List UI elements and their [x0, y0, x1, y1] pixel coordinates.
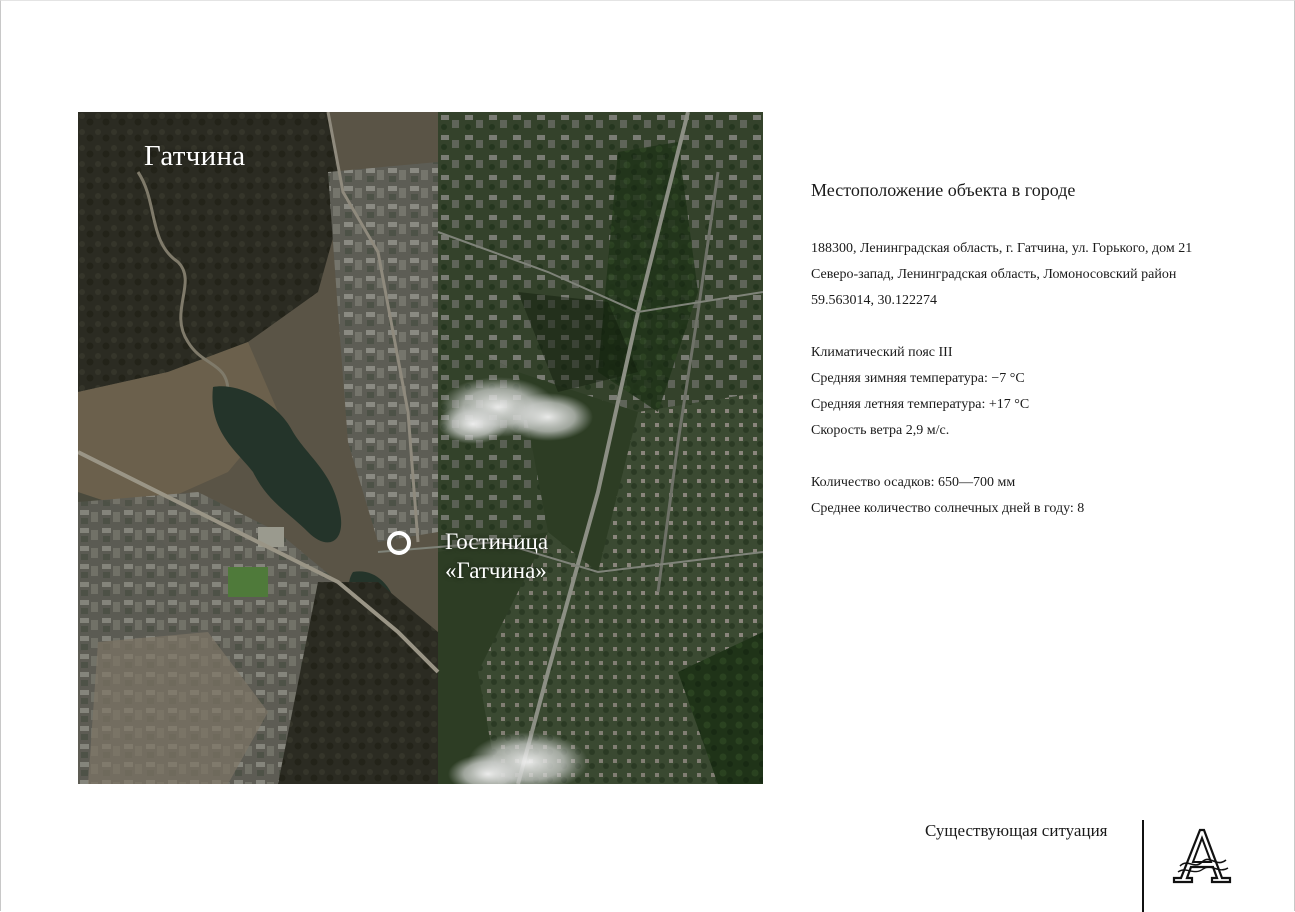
region-text: Северо-запад, Ленинградская область, Лом… [811, 267, 1177, 282]
hotel-label-line2: «Гатчина» [445, 558, 547, 583]
climate-zone-text: Климатический пояс III [811, 345, 953, 360]
location-ring-icon[interactable] [387, 531, 411, 555]
address-text: 188300, Ленинградская область, г. Гатчин… [811, 241, 1193, 256]
section-caption: Существующая ситуация [925, 821, 1108, 840]
address-group: 188300, Ленинградская область, г. Гатчин… [811, 236, 1261, 314]
info-title: Местоположение объекта в городе [811, 180, 1076, 200]
wind-speed-text: Скорость ветра 2,9 м/с. [811, 423, 950, 438]
map-city-label: Гатчина [144, 140, 246, 172]
winter-temp-text: Средняя зимняя температура: −7 °С [811, 371, 1025, 386]
footer-divider [1142, 820, 1144, 912]
hotel-label: Гостиница «Гатчина» [445, 527, 548, 585]
satellite-imagery [78, 112, 763, 784]
precipitation-text: Количество осадков: 650—700 мм [811, 475, 1016, 490]
satellite-map[interactable]: Гатчина Гостиница «Гатчина» [78, 112, 763, 784]
location-info: Местоположение объекта в городе 188300, … [811, 178, 1261, 548]
coordinates-text: 59.563014, 30.122274 [811, 293, 937, 308]
summer-temp-text: Средняя летняя температура: +17 °С [811, 397, 1030, 412]
hotel-label-line1: Гостиница [445, 529, 549, 554]
letter-a-logo-icon [1172, 828, 1232, 884]
precipitation-group: Количество осадков: 650—700 мм Среднее к… [811, 470, 1261, 522]
climate-group: Климатический пояс III Средняя зимняя те… [811, 340, 1261, 444]
sunny-days-text: Среднее количество солнечных дней в году… [811, 501, 1085, 516]
